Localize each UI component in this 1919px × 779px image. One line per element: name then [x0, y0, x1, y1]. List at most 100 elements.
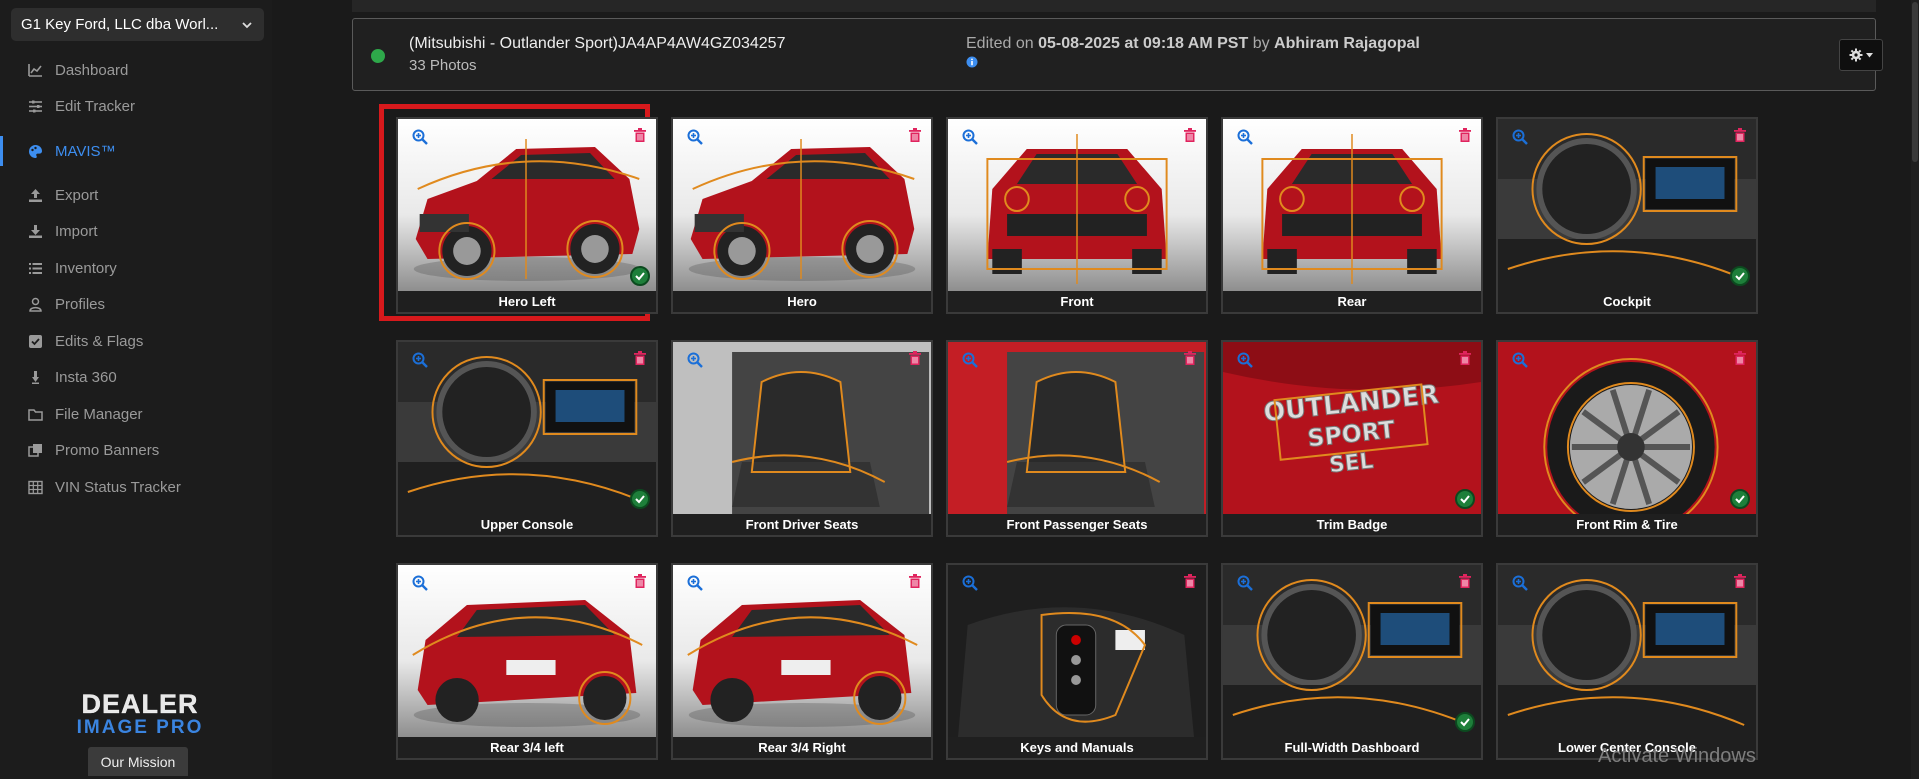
- sidebar-item-export[interactable]: Export: [0, 177, 272, 214]
- zoom-in-icon[interactable]: [687, 129, 703, 145]
- photo-thumbnail: [948, 342, 1206, 516]
- trash-icon[interactable]: [1184, 128, 1196, 142]
- photo-tile-rear-3-4-left[interactable]: Rear 3/4 left: [396, 563, 658, 760]
- photo-label: Front Driver Seats: [673, 514, 931, 535]
- dealer-name: G1 Key Ford, LLC dba Worl...: [21, 16, 219, 33]
- zoom-in-icon[interactable]: [962, 352, 978, 368]
- zoom-in-icon[interactable]: [1512, 129, 1528, 145]
- sidebar-item-insta-360[interactable]: Insta 360: [0, 360, 272, 397]
- photo-label: Full-Width Dashboard: [1223, 737, 1481, 758]
- vehicle-title: (Mitsubishi - Outlander Sport)JA4AP4AW4G…: [409, 35, 786, 52]
- scrollbar[interactable]: [1911, 0, 1919, 779]
- sliders-icon: [28, 99, 43, 114]
- sidebar-item-file-manager[interactable]: File Manager: [0, 396, 272, 433]
- trash-icon[interactable]: [634, 574, 646, 588]
- photo-tile-front-passenger-seats[interactable]: Front Passenger Seats: [946, 340, 1208, 537]
- top-strip: [352, 0, 1876, 12]
- zoom-in-icon[interactable]: [1512, 352, 1528, 368]
- user-icon: [28, 297, 43, 312]
- logo-line2: IMAGE PRO: [76, 717, 204, 738]
- status-dot-icon: [371, 49, 385, 63]
- zoom-in-icon[interactable]: [1237, 575, 1253, 591]
- trash-icon[interactable]: [634, 351, 646, 365]
- sidebar-item-label: Import: [55, 223, 98, 241]
- approved-check-icon: [1455, 489, 1475, 509]
- zoom-in-icon[interactable]: [412, 352, 428, 368]
- sidebar-item-profiles[interactable]: Profiles: [0, 287, 272, 324]
- trash-icon[interactable]: [909, 128, 921, 142]
- scrollbar-thumb[interactable]: [1912, 2, 1918, 162]
- photo-thumbnail: [1498, 119, 1756, 293]
- trash-icon[interactable]: [634, 128, 646, 142]
- photo-tile-upper-console[interactable]: Upper Console: [396, 340, 658, 537]
- trash-icon[interactable]: [1734, 574, 1746, 588]
- main-content: (Mitsubishi - Outlander Sport)JA4AP4AW4G…: [272, 0, 1919, 779]
- trash-icon[interactable]: [1459, 574, 1471, 588]
- sidebar-item-promo-banners[interactable]: Promo Banners: [0, 433, 272, 470]
- zoom-in-icon[interactable]: [687, 352, 703, 368]
- photo-tile-rear[interactable]: Rear: [1221, 117, 1483, 314]
- zoom-in-icon[interactable]: [962, 575, 978, 591]
- sidebar-item-label: Dashboard: [55, 61, 129, 79]
- edited-info: Edited on 05-08-2025 at 09:18 AM PST by …: [966, 35, 1420, 53]
- photo-tile-rear-3-4-right[interactable]: Rear 3/4 Right: [671, 563, 933, 760]
- settings-dropdown-button[interactable]: [1839, 39, 1883, 71]
- photo-tile-lower-center-console[interactable]: Lower Center Console: [1496, 563, 1758, 760]
- sidebar-item-edits-flags[interactable]: Edits & Flags: [0, 323, 272, 360]
- logo-line1: DEALER: [81, 689, 199, 719]
- download-icon: [28, 224, 43, 239]
- sidebar-item-label: Promo Banners: [55, 442, 160, 460]
- gear-icon: [1849, 48, 1863, 62]
- zoom-in-icon[interactable]: [1237, 129, 1253, 145]
- photo-label: Rear 3/4 Right: [673, 737, 931, 758]
- photo-tile-full-width-dashboard[interactable]: Full-Width Dashboard: [1221, 563, 1483, 760]
- edited-prefix: Edited on: [966, 35, 1039, 52]
- sidebar-item-edit-tracker[interactable]: Edit Tracker: [0, 89, 272, 126]
- zoom-in-icon[interactable]: [1237, 352, 1253, 368]
- photo-label: Keys and Manuals: [948, 737, 1206, 758]
- zoom-in-icon[interactable]: [687, 575, 703, 591]
- upload-icon: [28, 188, 43, 203]
- zoom-in-icon[interactable]: [962, 129, 978, 145]
- photo-tile-front[interactable]: Front: [946, 117, 1208, 314]
- zoom-in-icon[interactable]: [412, 575, 428, 591]
- photo-tile-keys-and-manuals[interactable]: Keys and Manuals: [946, 563, 1208, 760]
- photo-label: Cockpit: [1498, 291, 1756, 312]
- trash-icon[interactable]: [1459, 351, 1471, 365]
- trash-icon[interactable]: [1184, 351, 1196, 365]
- photo-thumbnail: OUTLANDERSPORTSEL: [1223, 342, 1481, 516]
- sidebar-item-label: VIN Status Tracker: [55, 478, 181, 496]
- info-icon[interactable]: [966, 56, 978, 68]
- edited-date: 05-08-2025 at 09:18 AM PST: [1038, 35, 1249, 52]
- photo-label: Front Passenger Seats: [948, 514, 1206, 535]
- sidebar-item-inventory[interactable]: Inventory: [0, 250, 272, 287]
- trash-icon[interactable]: [1459, 128, 1471, 142]
- sidebar-item-dashboard[interactable]: Dashboard: [0, 52, 272, 89]
- folder-icon: [28, 407, 43, 422]
- photo-thumbnail: [1223, 119, 1481, 293]
- trash-icon[interactable]: [909, 351, 921, 365]
- trash-icon[interactable]: [1734, 128, 1746, 142]
- photo-tile-hero-left[interactable]: Hero Left: [396, 117, 658, 314]
- zoom-in-icon[interactable]: [1512, 575, 1528, 591]
- sidebar-item-mavis[interactable]: MAVIS™: [0, 125, 272, 177]
- dealer-select[interactable]: G1 Key Ford, LLC dba Worl...: [11, 8, 264, 41]
- photo-tile-trim-badge[interactable]: OUTLANDER SPORT SEL Trim Badge: [1221, 340, 1483, 537]
- photo-label: Front Rim & Tire: [1498, 514, 1756, 535]
- approved-check-icon: [630, 489, 650, 509]
- photo-tile-cockpit[interactable]: Cockpit: [1496, 117, 1758, 314]
- sidebar-item-import[interactable]: Import: [0, 214, 272, 251]
- trash-icon[interactable]: [1734, 351, 1746, 365]
- sidebar-item-label: MAVIS™: [55, 142, 116, 160]
- photo-tile-front-rim-tire[interactable]: Front Rim & Tire: [1496, 340, 1758, 537]
- photo-count: 33 Photos: [409, 57, 477, 74]
- photo-tile-front-driver-seats[interactable]: Front Driver Seats: [671, 340, 933, 537]
- our-mission-button[interactable]: Our Mission: [88, 747, 188, 776]
- trash-icon[interactable]: [1184, 574, 1196, 588]
- trash-icon[interactable]: [909, 574, 921, 588]
- sidebar-item-vin-status-tracker[interactable]: VIN Status Tracker: [0, 469, 272, 506]
- photo-tile-hero[interactable]: Hero: [671, 117, 933, 314]
- clone-icon: [28, 443, 43, 458]
- zoom-in-icon[interactable]: [412, 129, 428, 145]
- check-square-icon: [28, 334, 43, 349]
